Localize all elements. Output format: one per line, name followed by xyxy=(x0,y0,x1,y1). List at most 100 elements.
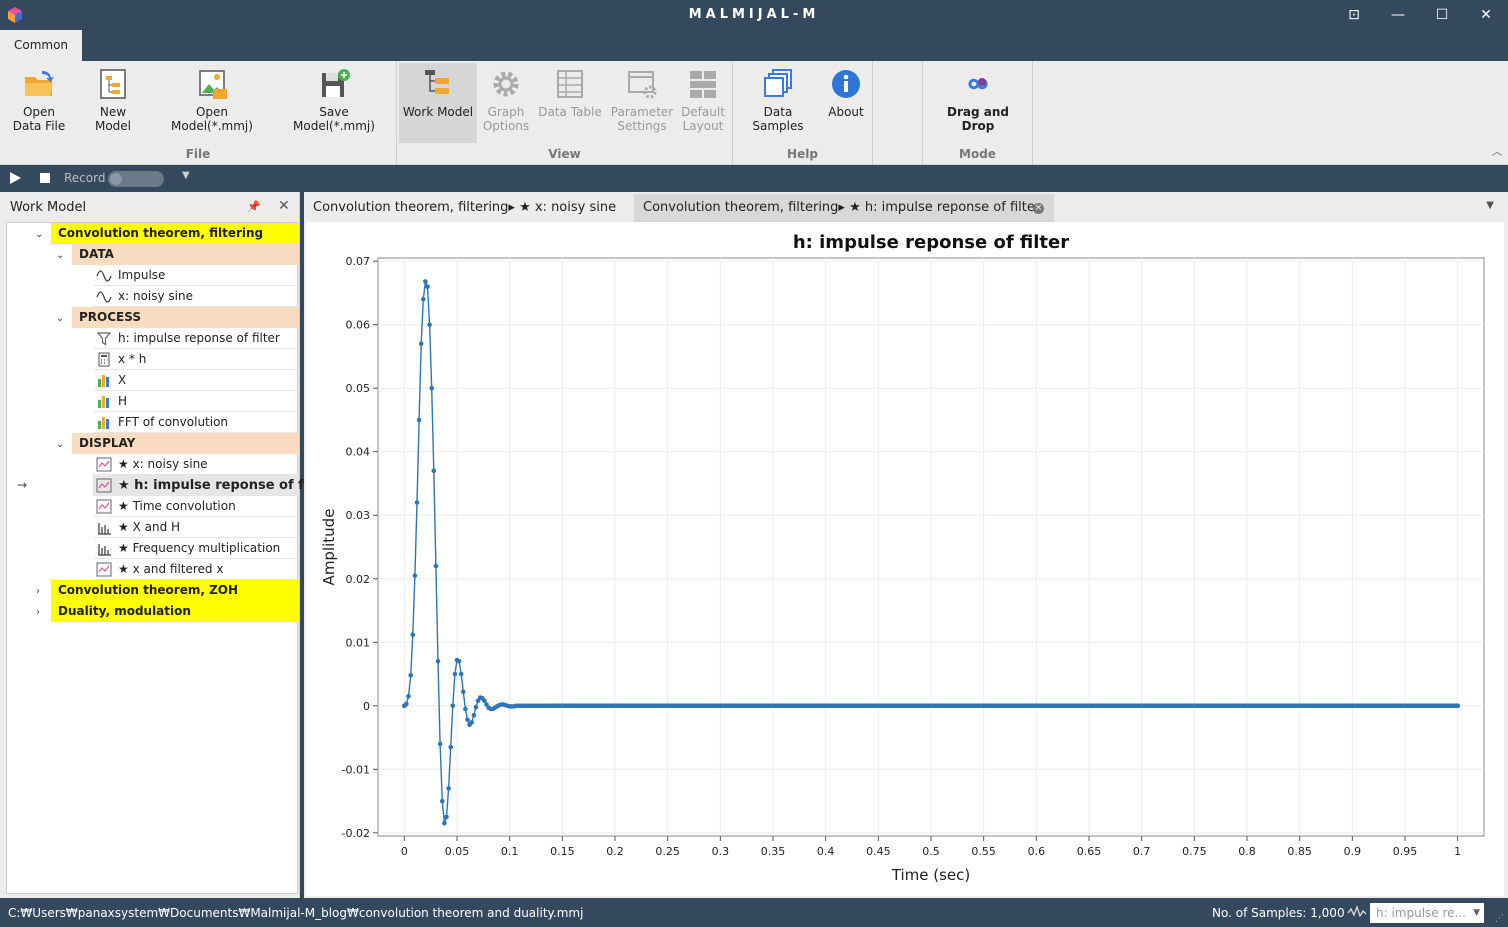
y-tick-label: 0.04 xyxy=(346,446,371,459)
resize-grip-icon[interactable]: ⋰ xyxy=(1495,914,1504,924)
tree-item[interactable]: ★ x: noisy sine xyxy=(93,454,299,475)
ribbon-group-spacer xyxy=(873,61,923,165)
tree-item[interactable]: h: impulse reponse of filter xyxy=(93,328,299,349)
infinity-icon xyxy=(968,78,988,90)
tree-item[interactable]: X xyxy=(93,370,299,391)
play-icon[interactable] xyxy=(10,172,21,184)
close-tab-icon[interactable]: × xyxy=(1033,203,1044,214)
tree-item-selected[interactable]: ★ h: impulse reponse of filter xyxy=(93,475,334,496)
tab-common[interactable]: Common xyxy=(0,30,82,61)
record-label: Record xyxy=(64,171,106,185)
data-point xyxy=(440,798,445,804)
plot-area[interactable]: 0 0.05 0.1 0.15 0.2 0.25 0.3 0.35 0.4 0.45 0.5 0.55… xyxy=(306,222,1504,896)
tree-item[interactable]: H xyxy=(93,391,299,412)
close-panel-icon[interactable]: ✕ xyxy=(278,198,290,214)
open-data-file-button[interactable]: Open Data File xyxy=(4,63,74,143)
y-tick-label: -0.02 xyxy=(342,827,370,840)
work-model-button[interactable]: Work Model xyxy=(399,63,477,143)
x-tick-label: 0.4 xyxy=(817,845,835,858)
model-tree: ⌄ Convolution theorem, filtering ⌄ DATA … xyxy=(6,222,334,894)
tree-item[interactable]: x * h xyxy=(93,349,299,370)
maximize-button[interactable]: ☐ xyxy=(1420,0,1464,30)
table-icon xyxy=(557,70,583,98)
new-model-button[interactable]: New Model xyxy=(78,63,148,143)
data-point xyxy=(416,417,422,423)
line-chart-icon xyxy=(96,457,112,472)
main-area: Convolution theorem, filtering▸ ★ x: noi… xyxy=(304,192,1508,898)
data-point xyxy=(444,814,449,820)
pin-icon[interactable]: 📌 xyxy=(247,200,261,213)
ribbon-group-view: Work Model Graph Options Data Table Para… xyxy=(397,61,733,165)
collapse-caret-icon[interactable]: ⌄ xyxy=(56,245,64,266)
collapse-caret-icon[interactable]: ⌄ xyxy=(56,308,64,329)
collapse-ribbon-button[interactable]: ︿ xyxy=(1492,143,1502,158)
impulse-response-chart[interactable]: 0 0.05 0.1 0.15 0.2 0.25 0.3 0.35 0.4 0.45 0.5 0.55… xyxy=(306,222,1504,896)
data-point xyxy=(446,786,451,791)
data-point xyxy=(448,744,453,750)
stop-icon[interactable] xyxy=(40,173,50,183)
tree-model-zoh[interactable]: Convolution theorem, ZOH xyxy=(51,580,299,601)
parameter-settings-button[interactable]: Parameter Settings xyxy=(607,63,677,143)
restore-layout-button[interactable]: ⊡ xyxy=(1332,0,1376,30)
tree-item[interactable]: ★ Time convolution xyxy=(93,496,299,517)
x-tick-label: 0.15 xyxy=(550,845,575,858)
tab-impulse-response[interactable]: Convolution theorem, filtering▸ ★ h: imp… xyxy=(634,194,1054,222)
info-icon xyxy=(832,70,860,98)
data-table-button[interactable]: Data Table xyxy=(535,63,605,143)
about-button[interactable]: About xyxy=(823,63,869,143)
minimize-button[interactable]: — xyxy=(1376,0,1420,30)
record-toggle[interactable] xyxy=(108,171,164,187)
work-model-panel: Work Model 📌 ✕ ⌄ Convolution theorem, fi… xyxy=(0,192,334,898)
series-select[interactable]: h: impulse re... ▼ xyxy=(1370,903,1484,923)
stem-chart-icon xyxy=(98,544,111,556)
data-point xyxy=(418,341,424,346)
data-point xyxy=(452,671,458,677)
sine-wave-icon xyxy=(96,291,112,303)
sine-wave-icon xyxy=(96,270,112,282)
tree-model-filtering[interactable]: Convolution theorem, filtering xyxy=(51,223,299,244)
x-tick-label: 0.55 xyxy=(971,845,996,858)
file-path: C:₩Users₩panaxsystem₩Documents₩Malmijal-… xyxy=(8,906,584,920)
filter-funnel-icon xyxy=(96,332,112,346)
y-axis-label: Amplitude xyxy=(320,509,338,586)
collapse-caret-icon[interactable]: ⌄ xyxy=(35,224,43,245)
panel-title: Work Model xyxy=(10,200,87,215)
drag-and-drop-button[interactable]: Drag and Drop xyxy=(927,63,1029,143)
tab-noisy-sine[interactable]: Convolution theorem, filtering▸ ★ x: noi… xyxy=(304,194,632,222)
expand-caret-icon[interactable]: › xyxy=(36,602,40,623)
tree-section-process[interactable]: PROCESS xyxy=(72,307,299,328)
tree-item[interactable]: Impulse xyxy=(93,265,299,286)
open-folder-icon xyxy=(25,71,54,96)
tree-item[interactable]: ★ x and filtered x xyxy=(93,559,299,580)
x-tick-label: 0.6 xyxy=(1028,845,1046,858)
tree-item[interactable]: FFT of convolution xyxy=(93,412,299,433)
close-window-button[interactable]: ✕ xyxy=(1464,0,1508,30)
x-tick-label: 0.3 xyxy=(712,845,730,858)
waveform-icon xyxy=(1347,905,1367,918)
tree-item[interactable]: x: noisy sine xyxy=(93,286,299,307)
data-point xyxy=(425,284,430,289)
x-axis-label: Time (sec) xyxy=(891,866,970,884)
toggle-knob xyxy=(110,173,122,185)
tabs-menu-dropdown-icon[interactable]: ▼ xyxy=(1486,200,1494,211)
save-model-button[interactable]: Save Model(*.mmj) xyxy=(276,63,392,143)
tree-item[interactable]: ★ Frequency multiplication xyxy=(93,538,299,559)
group-label-view: View xyxy=(548,147,581,161)
tree-model-duality[interactable]: Duality, modulation xyxy=(51,601,299,622)
data-point xyxy=(471,713,477,718)
collapse-caret-icon[interactable]: ⌄ xyxy=(56,434,64,455)
x-tick-label: 0.45 xyxy=(866,845,891,858)
expand-caret-icon[interactable]: › xyxy=(36,581,40,602)
ribbon-group-file: Open Data File New Model Open Model(*.mm… xyxy=(0,61,397,165)
default-layout-button[interactable]: Default Layout xyxy=(677,63,729,143)
chevron-down-icon: ▼ xyxy=(1473,908,1480,918)
tree-item[interactable]: ★ X and H xyxy=(93,517,299,538)
graph-options-button[interactable]: Graph Options xyxy=(479,63,533,143)
line-chart-icon xyxy=(96,478,112,493)
open-model-button[interactable]: Open Model(*.mmj) xyxy=(152,63,272,143)
ribbon-group-mode: Drag and Drop Mode xyxy=(923,61,1033,165)
tree-section-data[interactable]: DATA xyxy=(72,244,299,265)
record-dropdown-icon[interactable]: ▼ xyxy=(182,170,190,181)
data-samples-button[interactable]: Data Samples xyxy=(737,63,819,143)
tree-section-display[interactable]: DISPLAY xyxy=(72,433,299,454)
